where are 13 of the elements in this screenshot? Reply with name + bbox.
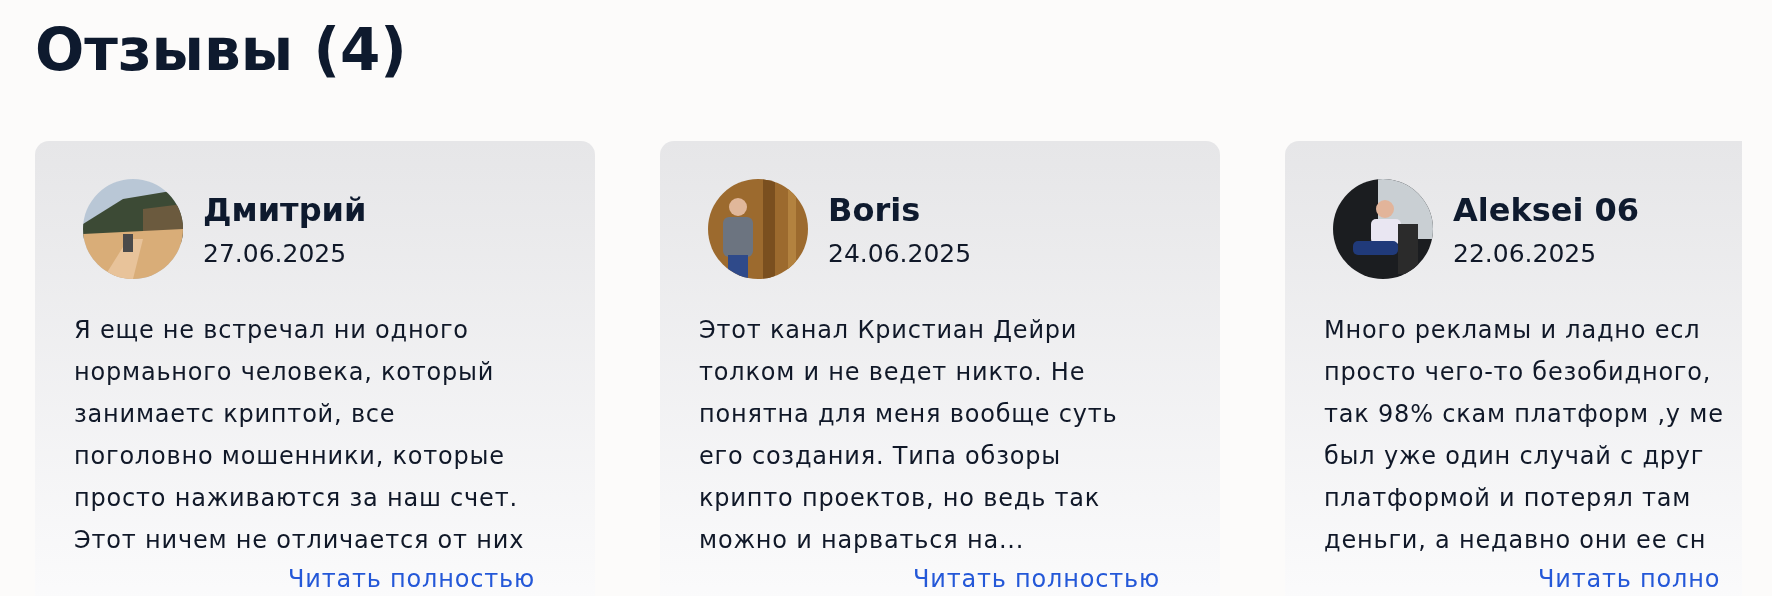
read-more-link[interactable]: Читать полно bbox=[1538, 565, 1721, 593]
section-heading: Отзывы (4) bbox=[35, 15, 408, 86]
reviewer-name: Boris bbox=[828, 190, 922, 229]
reviewer-name: Дмитрий bbox=[203, 190, 367, 229]
review-date: 24.06.2025 bbox=[828, 238, 972, 268]
review-date: 22.06.2025 bbox=[1453, 238, 1598, 268]
review-date: 27.06.2025 bbox=[203, 238, 348, 268]
reviewer-name: Aleksei 06 bbox=[1453, 190, 1640, 229]
review-text: Этот канал Кристиан Дейри толком и не ведет никто. Не понятна для меня вообще суть его создания. Типа обзоры крипто проектов, но ведь так можно и нарваться на... bbox=[699, 315, 1119, 556]
read-more-link[interactable]: Читать полностью bbox=[288, 565, 535, 593]
review-text: Я еще не встречал ни одного нормаьного человека, который занимаетс криптой, все поголовно мошенники, которые просто наживаются за наш счет. Этот ничем не отличается от них bbox=[74, 315, 526, 556]
read-more-link[interactable]: Читать полностью bbox=[913, 565, 1160, 593]
review-text: Много рекламы и ладно есл просто чего-то безобидного, так 98% скам платформ ,у ме был уже один случай с друг платформой и потерял там деньги, а недавно они ее сн bbox=[1324, 315, 1725, 556]
